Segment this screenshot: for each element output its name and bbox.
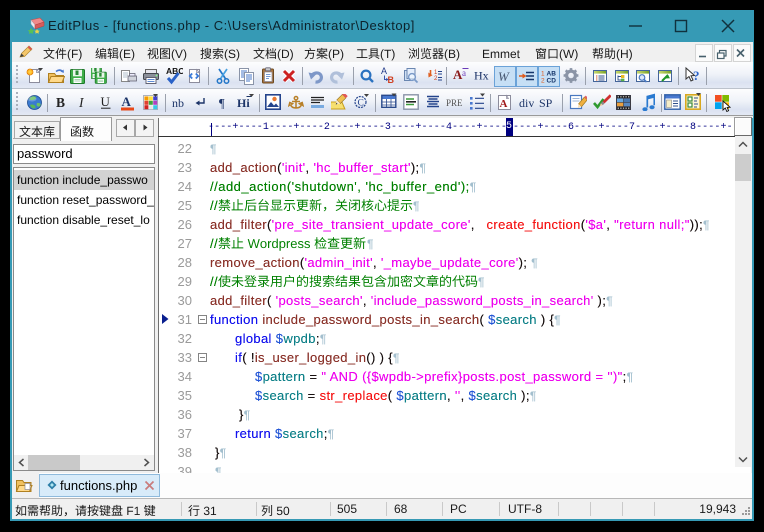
svg-text:A: A	[122, 94, 132, 109]
svg-text:¶: ¶	[219, 97, 225, 111]
svg-text:W: W	[498, 69, 510, 84]
svg-text:C: C	[358, 99, 364, 109]
svg-text:I: I	[78, 95, 85, 110]
svg-text:CD: CD	[547, 78, 557, 85]
svg-text:?: ?	[693, 68, 700, 83]
svg-text:div: div	[519, 96, 534, 110]
svg-text:B: B	[388, 75, 395, 85]
svg-text:A: A	[381, 66, 387, 76]
svg-text:Hi: Hi	[237, 96, 250, 110]
svg-text:2: 2	[541, 78, 545, 85]
svg-text:1: 1	[541, 71, 545, 78]
svg-text:PRE: PRE	[446, 98, 463, 108]
svg-text:A: A	[500, 98, 508, 110]
svg-text:ABC: ABC	[166, 66, 183, 76]
svg-text:a: a	[462, 68, 466, 78]
svg-text:B: B	[56, 95, 65, 110]
svg-text:AB: AB	[547, 71, 557, 78]
svg-text:SP: SP	[539, 96, 553, 110]
svg-text:2: 2	[434, 76, 438, 82]
svg-text:Hx: Hx	[474, 69, 489, 83]
svg-text:nb: nb	[172, 96, 184, 110]
svg-text:U: U	[101, 94, 111, 109]
